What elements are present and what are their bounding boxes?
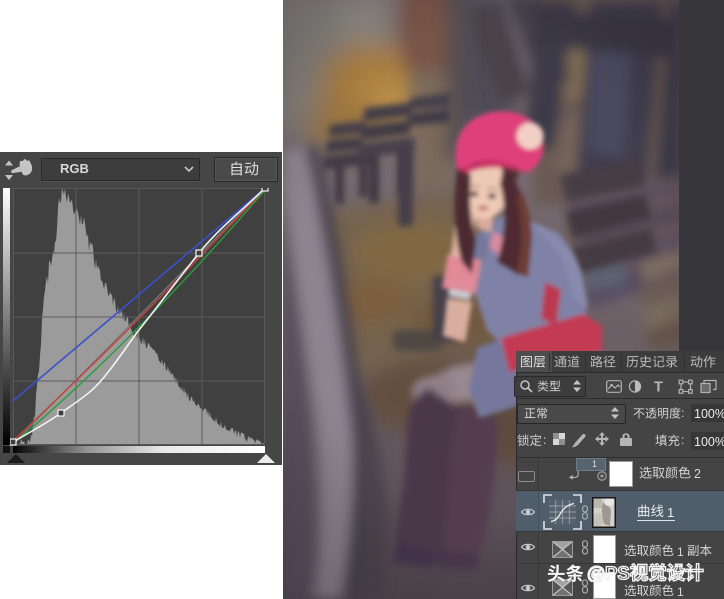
svg-text:T: T	[654, 380, 663, 395]
